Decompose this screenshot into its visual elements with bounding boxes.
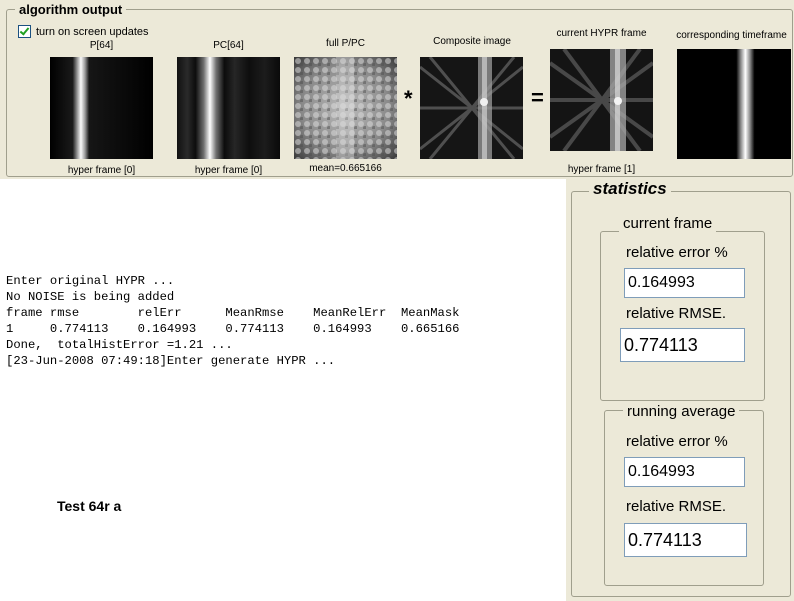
current-relative-rmse-label: relative RMSE. xyxy=(626,305,727,322)
image-caption-p: hyper frame [0] xyxy=(67,165,136,176)
image-title-timeframe: corresponding timeframe xyxy=(676,30,787,41)
algorithm-output-title: algorithm output xyxy=(15,2,127,17)
console-line: 1 0.774113 0.164993 0.774113 0.164993 0.… xyxy=(6,322,460,336)
equals-operator: = xyxy=(531,85,544,110)
statistics-title: statistics xyxy=(589,179,671,199)
current-frame-title: current frame xyxy=(619,215,717,232)
current-relative-rmse-field[interactable]: 0.774113 xyxy=(620,328,745,362)
image-pc xyxy=(177,57,280,159)
console-line: [23-Jun-2008 07:49:18]Enter generate HYP… xyxy=(6,354,336,368)
image-caption-hypr: hyper frame [1] xyxy=(567,164,636,175)
running-relative-rmse-field[interactable]: 0.774113 xyxy=(624,523,747,557)
statistics-panel: statistics current frame relative error … xyxy=(566,179,794,601)
image-caption-full: mean=0.665166 xyxy=(309,163,382,174)
console-line: No NOISE is being added xyxy=(6,290,175,304)
running-average-title: running average xyxy=(623,403,740,420)
current-relative-error-field[interactable]: 0.164993 xyxy=(624,268,745,298)
image-p xyxy=(50,57,153,159)
image-timeframe xyxy=(677,49,791,159)
image-title-p: P[64] xyxy=(89,40,114,51)
image-title-pc: PC[64] xyxy=(213,40,244,51)
image-composite xyxy=(420,57,523,159)
screen-updates-toggle[interactable]: turn on screen updates xyxy=(18,25,149,38)
screen-updates-checkbox[interactable] xyxy=(18,25,31,38)
test-caption: Test 64r a xyxy=(57,498,122,514)
console-output: Enter original HYPR ... No NOISE is being… xyxy=(6,273,459,369)
image-title-composite: Composite image xyxy=(433,36,511,47)
image-hypr-frame xyxy=(550,49,653,151)
image-title-full: full P/PC xyxy=(326,38,365,49)
running-relative-rmse-label: relative RMSE. xyxy=(626,498,727,515)
running-relative-error-label: relative error % xyxy=(626,433,728,450)
multiply-operator: * xyxy=(404,86,413,111)
console-line: frame rmse relErr MeanRmse MeanRelErr Me… xyxy=(6,306,460,320)
current-relative-error-label: relative error % xyxy=(626,244,728,261)
image-caption-pc: hyper frame [0] xyxy=(194,165,263,176)
image-title-hypr: current HYPR frame xyxy=(556,28,647,39)
image-full-p-pc xyxy=(294,57,397,159)
console-line: Done, totalHistError =1.21 ... xyxy=(6,338,233,352)
running-relative-error-field[interactable]: 0.164993 xyxy=(624,457,745,487)
console-line: Enter original HYPR ... xyxy=(6,274,175,288)
algorithm-output-panel: algorithm output turn on screen updates … xyxy=(0,0,794,179)
screen-updates-label: turn on screen updates xyxy=(36,25,149,38)
